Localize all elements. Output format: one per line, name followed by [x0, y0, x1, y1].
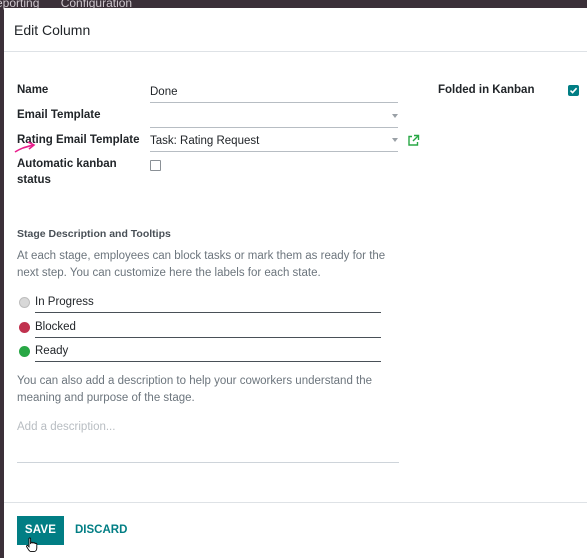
automatic-kanban-status-checkbox[interactable] — [150, 160, 161, 171]
automatic-kanban-status-label-line1: Automatic kanban — [17, 158, 117, 170]
stage-section-title: Stage Description and Tooltips — [17, 228, 171, 240]
status-dot-grey-icon — [19, 297, 30, 308]
state-label-in-progress-input[interactable]: In Progress — [35, 293, 381, 313]
folded-in-kanban-checkbox[interactable] — [568, 85, 579, 96]
edit-column-dialog: Edit Column Name Done Folded in Kanban E… — [4, 8, 587, 558]
description-help-text: You can also add a description to help y… — [17, 373, 372, 407]
state-label-ready-input[interactable]: Ready — [35, 342, 381, 362]
chevron-down-icon — [392, 138, 398, 142]
stage-help-text: At each stage, employees can block tasks… — [17, 248, 385, 282]
email-template-label: Email Template — [17, 109, 101, 121]
rating-email-template-select[interactable]: Task: Rating Request — [150, 132, 398, 152]
name-label: Name — [17, 84, 49, 96]
rating-email-template-value: Task: Rating Request — [150, 135, 260, 147]
stage-help-line2: next step. You can customize here the la… — [17, 267, 321, 279]
automatic-kanban-status-label-line2: status — [17, 174, 51, 186]
external-link-icon[interactable] — [407, 134, 421, 148]
dialog-footer-divider — [4, 502, 587, 503]
state-label-blocked-input[interactable]: Blocked — [35, 318, 381, 338]
email-template-select[interactable] — [150, 108, 398, 128]
description-textarea[interactable]: Add a description... — [17, 418, 399, 463]
chevron-down-icon — [392, 114, 398, 118]
automatic-kanban-status-label: Automatic kanban status — [17, 158, 117, 186]
annotation-arrow-icon — [14, 141, 36, 153]
description-help-line1: You can also add a description to help y… — [17, 375, 373, 387]
stage-help-line1: At each stage, employees can block tasks… — [17, 250, 386, 262]
hand-cursor-icon — [26, 537, 38, 553]
dialog-title: Edit Column — [14, 22, 91, 38]
status-dot-red-icon — [19, 322, 30, 333]
checkmark-icon — [569, 87, 578, 94]
status-dot-green-icon — [19, 346, 30, 357]
discard-button[interactable]: DISCARD — [75, 516, 127, 545]
folded-in-kanban-label: Folded in Kanban — [438, 84, 535, 96]
description-help-line2: meaning and purpose of the stage. — [17, 392, 195, 404]
name-input[interactable]: Done — [150, 83, 398, 103]
dialog-header: Edit Column — [4, 8, 587, 52]
